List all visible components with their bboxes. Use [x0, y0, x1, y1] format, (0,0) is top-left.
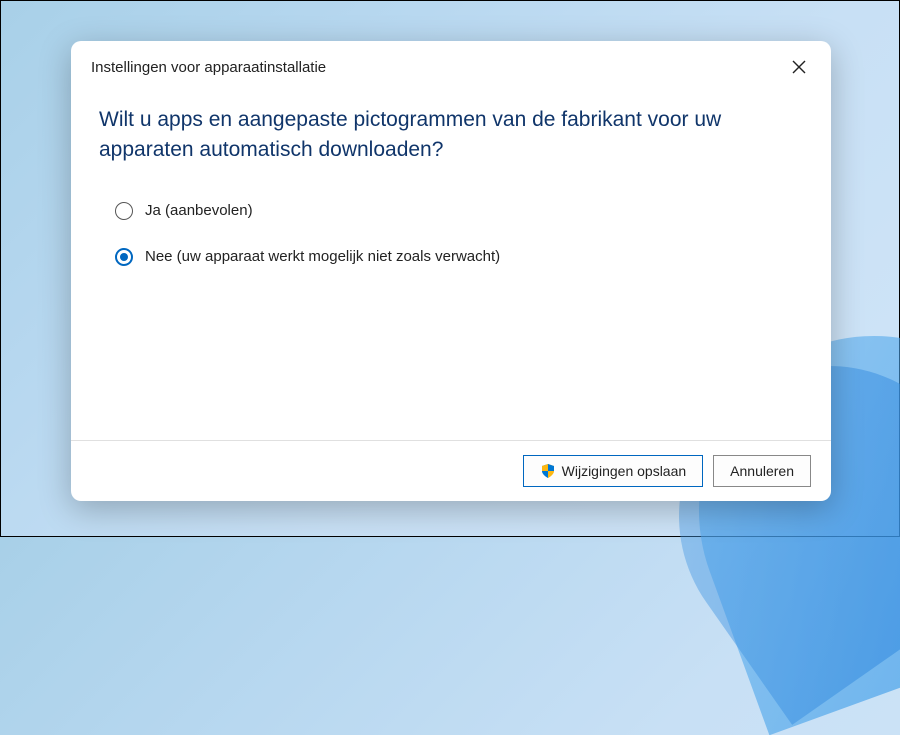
dialog-header: Instellingen voor apparaatinstallatie [71, 41, 831, 87]
device-installation-settings-dialog: Instellingen voor apparaatinstallatie Wi… [71, 41, 831, 501]
save-button-label: Wijzigingen opslaan [562, 463, 687, 479]
cancel-button-label: Annuleren [730, 463, 794, 479]
save-changes-button[interactable]: Wijzigingen opslaan [523, 455, 704, 487]
close-icon [792, 60, 806, 74]
radio-option-no[interactable]: Nee (uw apparaat werkt mogelijk niet zoa… [115, 248, 803, 266]
radio-label: Nee (uw apparaat werkt mogelijk niet zoa… [145, 248, 500, 265]
dialog-body: Wilt u apps en aangepaste pictogrammen v… [71, 87, 831, 440]
radio-group: Ja (aanbevolen) Nee (uw apparaat werkt m… [99, 202, 803, 266]
cancel-button[interactable]: Annuleren [713, 455, 811, 487]
dialog-title: Instellingen voor apparaatinstallatie [91, 59, 326, 76]
radio-label: Ja (aanbevolen) [145, 202, 253, 219]
dialog-question: Wilt u apps en aangepaste pictogrammen v… [99, 105, 803, 166]
radio-option-yes[interactable]: Ja (aanbevolen) [115, 202, 803, 220]
uac-shield-icon [540, 463, 556, 479]
close-button[interactable] [787, 55, 811, 79]
dialog-footer: Wijzigingen opslaan Annuleren [71, 440, 831, 501]
radio-icon [115, 202, 133, 220]
radio-icon-selected [115, 248, 133, 266]
